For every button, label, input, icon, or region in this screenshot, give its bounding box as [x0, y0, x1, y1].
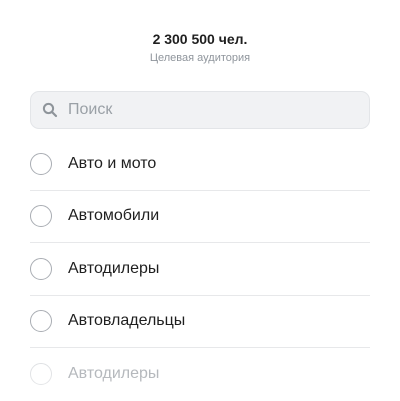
- radio-button[interactable]: [30, 205, 52, 228]
- search-input[interactable]: [68, 101, 348, 119]
- audience-summary: 2 300 500 чел. Целевая аудитория: [0, 30, 400, 65]
- radio-button[interactable]: [30, 257, 52, 280]
- list-item[interactable]: Автодилеры: [30, 348, 370, 401]
- radio-button[interactable]: [30, 152, 52, 175]
- search-bar[interactable]: [30, 91, 370, 129]
- list-item[interactable]: Автомобили: [30, 191, 370, 243]
- audience-count: 2 300 500 чел.: [152, 31, 248, 47]
- interest-list: Авто и мото Автомобили Автодилеры Автовл…: [30, 138, 370, 401]
- list-item-label: Автодилеры: [68, 259, 160, 277]
- list-item-label: Автовладельцы: [68, 312, 186, 330]
- list-item[interactable]: Автодилеры: [30, 243, 370, 296]
- list-item-label: Автодилеры: [68, 365, 160, 383]
- list-item[interactable]: Автовладельцы: [30, 296, 370, 348]
- radio-button[interactable]: [30, 363, 52, 386]
- list-item[interactable]: Авто и мото: [30, 138, 370, 191]
- search-icon: [42, 102, 58, 118]
- list-item-label: Автомобили: [68, 207, 160, 225]
- audience-label: Целевая аудитория: [149, 52, 251, 64]
- radio-button[interactable]: [30, 310, 52, 333]
- list-item-label: Авто и мото: [68, 154, 157, 172]
